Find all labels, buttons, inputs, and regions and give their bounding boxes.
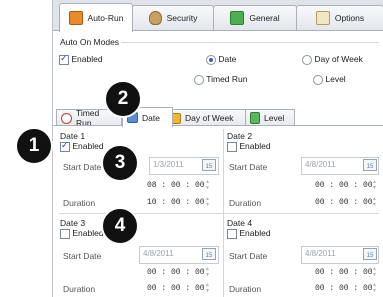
- tab-security[interactable]: Security: [132, 5, 214, 30]
- security-icon: [148, 11, 162, 25]
- start-date-label: Start Date: [63, 162, 102, 172]
- tab-label: Options: [334, 13, 365, 23]
- auto-run-settings-window: Auto-Run Security General Options Auto O…: [52, 0, 383, 297]
- general-icon: [230, 11, 245, 25]
- date-slot-title: Date 4: [227, 218, 253, 228]
- checkbox-box[interactable]: [60, 140, 70, 152]
- spinner-icon[interactable]: ▲ ▼: [204, 179, 211, 192]
- radio-label: Day of Week: [314, 54, 363, 64]
- start-date-label: Start Date: [229, 251, 268, 261]
- duration-value[interactable]: 00 : 00 : 00: [315, 198, 373, 207]
- start-time-value[interactable]: 08 : 00 : 00: [147, 181, 205, 190]
- start-date-value: 4/8/2011: [305, 160, 336, 169]
- tab-label: General: [249, 13, 280, 23]
- date-slot-enabled-checkbox[interactable]: Enabled: [60, 228, 104, 239]
- duration-value[interactable]: 00 : 00 : 00: [315, 284, 373, 293]
- level-icon: [250, 112, 260, 124]
- start-date-label: Start Date: [63, 251, 102, 261]
- checkbox-label: Enabled: [72, 141, 104, 151]
- date-slot-enabled-checkbox[interactable]: Enabled: [227, 228, 271, 239]
- checkbox-box[interactable]: [60, 228, 70, 239]
- calendar-picker-icon[interactable]: 15: [202, 159, 216, 171]
- calendar-picker-icon[interactable]: 15: [363, 248, 377, 260]
- radio-label: Date: [218, 54, 237, 64]
- start-date-value: 4/8/2011: [305, 249, 336, 258]
- callout-badge-2: 2: [104, 80, 142, 118]
- checkbox-label: Enabled: [239, 228, 271, 238]
- callout-badge-1: 1: [15, 127, 53, 165]
- tab-general[interactable]: General: [213, 5, 297, 30]
- start-date-value: 1/3/2011: [153, 160, 184, 169]
- auto-run-icon: [68, 11, 83, 25]
- mode-radio-timed-run[interactable]: Timed Run: [194, 74, 247, 85]
- radio-button[interactable]: [194, 74, 204, 85]
- checkbox-label: Enabled: [239, 141, 271, 151]
- start-time-value[interactable]: 00 : 00 : 00: [147, 268, 205, 277]
- tab-options[interactable]: Options: [296, 5, 383, 30]
- checkbox-label: Enabled: [71, 54, 103, 64]
- mode-radio-level[interactable]: Level: [313, 74, 346, 85]
- spinner-icon[interactable]: ▲ ▼: [371, 282, 378, 295]
- duration-label: Duration: [229, 198, 262, 208]
- tab-day-of-week[interactable]: Day of Week: [164, 109, 254, 126]
- duration-value[interactable]: 00 : 00 : 00: [147, 284, 205, 293]
- top-tab-strip: Auto-Run Security General Options: [53, 0, 383, 32]
- options-icon: [315, 11, 330, 25]
- auto-on-modes-label: Auto On Modes: [60, 37, 120, 47]
- checkbox-box[interactable]: [227, 228, 237, 239]
- callout-badge-3: 3: [101, 144, 139, 182]
- tab-label: Auto-Run: [87, 13, 124, 23]
- mode-tab-baseline: [53, 125, 383, 126]
- date-slot-title: Date 2: [227, 131, 253, 141]
- calendar-picker-icon[interactable]: 15: [363, 159, 377, 171]
- tab-label: Day of Week: [185, 113, 234, 123]
- radio-button[interactable]: [206, 54, 216, 65]
- duration-label: Duration: [63, 198, 96, 208]
- spinner-icon[interactable]: ▲ ▼: [371, 179, 378, 192]
- date-slot-title: Date 3: [60, 218, 86, 228]
- spinner-icon[interactable]: ▲ ▼: [204, 282, 211, 295]
- tab-label: Security: [166, 13, 198, 23]
- callout-badge-4: 4: [101, 207, 139, 245]
- spinner-icon[interactable]: ▲ ▼: [204, 266, 211, 279]
- spinner-icon[interactable]: ▲ ▼: [371, 196, 378, 209]
- radio-button[interactable]: [313, 74, 323, 85]
- date-slot-enabled-checkbox[interactable]: Enabled: [60, 140, 104, 152]
- calendar-picker-icon[interactable]: 15: [202, 248, 216, 260]
- mode-radio-day-of-week[interactable]: Day of Week: [302, 54, 363, 65]
- start-time-value[interactable]: 00 : 00 : 00: [315, 181, 373, 190]
- section-divider: [121, 42, 379, 43]
- spinner-icon[interactable]: ▲ ▼: [371, 266, 378, 279]
- start-date-label: Start Date: [229, 162, 268, 172]
- date-slot-enabled-checkbox[interactable]: Enabled: [227, 141, 271, 152]
- tab-auto-run[interactable]: Auto-Run: [59, 3, 133, 32]
- clock-icon: [61, 112, 72, 124]
- checkbox-box[interactable]: [59, 53, 69, 65]
- radio-label: Level: [325, 74, 346, 84]
- start-date-value: 4/8/2011: [143, 249, 174, 258]
- duration-label: Duration: [63, 284, 96, 294]
- checkbox-label: Enabled: [72, 228, 104, 238]
- tab-label: Date: [142, 112, 160, 123]
- radio-label: Timed Run: [206, 74, 248, 84]
- spinner-icon[interactable]: ▲ ▼: [204, 196, 211, 209]
- mode-radio-date[interactable]: Date: [206, 54, 236, 65]
- tab-label: Level: [264, 113, 285, 123]
- duration-value[interactable]: 10 : 00 : 00: [147, 198, 205, 207]
- radio-button[interactable]: [302, 54, 312, 65]
- mode-tab-strip: Timed Run Date Day of Week Level: [53, 107, 383, 128]
- duration-label: Duration: [229, 284, 262, 294]
- auto-on-enabled-checkbox[interactable]: Enabled: [59, 53, 103, 65]
- tab-level[interactable]: Level: [245, 109, 295, 126]
- start-time-value[interactable]: 00 : 00 : 00: [315, 268, 373, 277]
- checkbox-box[interactable]: [227, 141, 237, 152]
